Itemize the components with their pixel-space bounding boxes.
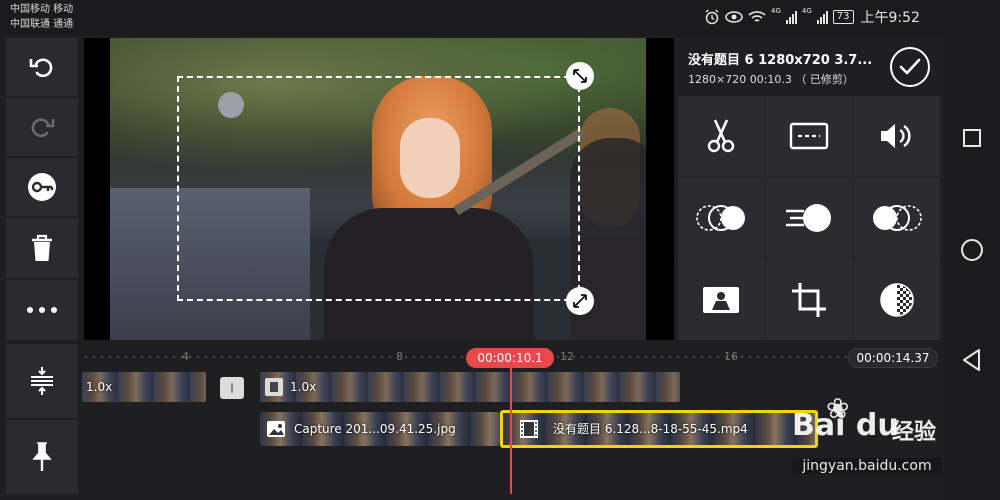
film-icon [520, 420, 538, 438]
chroma-icon [703, 287, 739, 313]
layer-label: Capture 201...09.41.25.jpg [294, 422, 456, 436]
ruler-tick: 16 [724, 350, 738, 363]
watermark: ❀ Bai du 经验 jingyan.baidu.com [792, 388, 942, 488]
clip-title: 没有题目 6 1280x720 3.7... [688, 53, 873, 68]
system-nav-bar [944, 0, 1000, 500]
image-layer-clip[interactable]: Capture 201...09.41.25.jpg [260, 412, 500, 446]
clip-speed-label: 1.0x [86, 380, 113, 394]
clip-speed-label: 1.0x [290, 380, 317, 394]
crop-icon [792, 283, 826, 317]
total-time-label: 00:00:14.37 [848, 348, 938, 368]
network-type-label-2: 4G [801, 7, 812, 15]
status-bar: 中国移动 移动 中国联通 通通 4G 4G 73 上午9:52 [0, 0, 1000, 36]
video-clip-icon [265, 378, 283, 396]
watermark-logo: Bai du [792, 408, 899, 443]
crop-handle-bottom-right[interactable] [566, 287, 594, 315]
clip-info-header: 没有题目 6 1280x720 3.7... 1280×720 00:10.3 … [678, 38, 940, 96]
image-icon [267, 421, 285, 437]
scissors-icon [707, 119, 735, 153]
pin-icon [32, 442, 52, 471]
speed-tool-button[interactable] [766, 178, 852, 258]
undo-icon [29, 58, 53, 78]
back-button[interactable] [960, 348, 984, 372]
check-icon [899, 58, 921, 75]
square-icon [963, 129, 981, 147]
keyframe-icon [28, 173, 56, 201]
filter-tool-button[interactable] [854, 260, 940, 340]
filter-icon [880, 283, 914, 317]
more-button[interactable] [6, 280, 78, 340]
signal-icon [785, 10, 797, 24]
network-type-label: 4G [771, 7, 781, 15]
volume-icon [881, 124, 911, 148]
trash-icon [32, 234, 52, 261]
eye-icon [725, 11, 743, 23]
subtitle-icon [789, 122, 829, 150]
home-button[interactable] [960, 238, 984, 262]
circle-icon [961, 239, 983, 261]
back-triangle-icon [963, 349, 980, 371]
blend-icon [696, 205, 745, 231]
track-height-button[interactable] [6, 344, 78, 418]
pin-button[interactable] [6, 420, 78, 494]
clip-edit-panel: 没有题目 6 1280x720 3.7... 1280×720 00:10.3 … [678, 38, 940, 396]
delete-button[interactable] [6, 218, 78, 278]
more-icon [27, 307, 57, 313]
carrier-label-1: 中国移动 移动 [10, 4, 74, 15]
current-time-label: 00:00:10.1 [466, 348, 554, 368]
recent-apps-button[interactable] [960, 126, 984, 150]
subtitle-tool-button[interactable] [766, 96, 852, 176]
app-screen: 中国移动 移动 中国联通 通通 4G 4G 73 上午9:52 没有题目 6 1… [0, 0, 1000, 500]
ruler-tick: 12 [560, 350, 574, 363]
alarm-icon [705, 9, 719, 25]
undo-button[interactable] [6, 38, 78, 96]
signal-icon-2 [816, 10, 828, 24]
ruler-tick: 8 [396, 350, 403, 363]
resize-arrow-icon [573, 294, 587, 308]
chroma-key-tool-button[interactable] [678, 260, 764, 340]
ruler-tick: 4 [182, 350, 189, 363]
watermark-logo-cn: 经验 [892, 420, 937, 445]
edit-tool-grid [678, 96, 940, 396]
expand-tracks-icon [31, 367, 53, 395]
reverse-icon [873, 205, 922, 231]
redo-button[interactable] [6, 98, 78, 156]
video-clip[interactable]: 1.0x [82, 372, 206, 402]
battery-icon: 73 [832, 10, 854, 24]
transition-button[interactable] [220, 377, 244, 399]
crop-tool-button[interactable] [766, 260, 852, 340]
crop-handle-top-right[interactable] [566, 62, 594, 90]
resize-arrow-icon [573, 69, 587, 83]
video-preview[interactable] [84, 38, 674, 340]
redo-icon [31, 118, 55, 138]
keyframe-button[interactable] [6, 158, 78, 216]
layer-label: 没有题目 6.128...8-18-55-45.mp4 [553, 422, 748, 436]
blend-tool-button[interactable] [678, 178, 764, 258]
wifi-icon [748, 11, 766, 22]
clip-meta: 1280×720 00:10.3 （ 已修剪） [688, 73, 854, 86]
status-time: 上午9:52 [860, 10, 920, 26]
reverse-tool-button[interactable] [854, 178, 940, 258]
split-tool-button[interactable] [678, 96, 764, 176]
speed-icon [786, 204, 831, 232]
selected-video-layer-clip[interactable]: 没有题目 6.128...8-18-55-45.mp4 [500, 410, 818, 448]
status-icons: 4G 4G 73 上午9:52 [704, 8, 920, 26]
watermark-url: jingyan.baidu.com [792, 458, 942, 474]
volume-tool-button[interactable] [854, 96, 940, 176]
confirm-button[interactable] [890, 47, 930, 87]
video-clip[interactable]: 1.0x [260, 372, 680, 402]
crop-frame[interactable] [177, 76, 580, 301]
carrier-label-2: 中国联通 通通 [10, 19, 74, 30]
playhead[interactable] [510, 368, 512, 494]
